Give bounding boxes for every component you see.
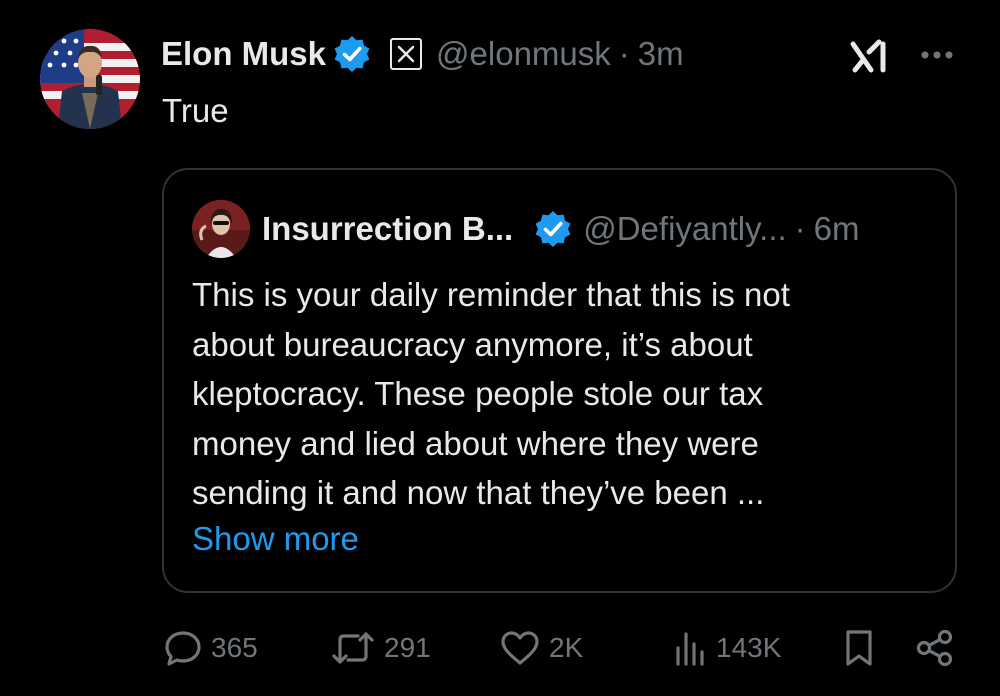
separator-dot: · [794, 210, 806, 247]
tweet-text: True [162, 92, 229, 129]
quoted-author-avatar[interactable] [192, 200, 250, 258]
author-name[interactable]: Elon Musk [161, 35, 326, 73]
separator-dot: · [618, 35, 630, 72]
show-more-link[interactable]: Show more [192, 520, 359, 558]
more-options-icon[interactable] [917, 40, 957, 70]
heart-icon [499, 628, 541, 668]
reply-count: 365 [211, 632, 258, 663]
views-count: 143K [716, 632, 782, 663]
reply-button[interactable]: 365 [163, 622, 258, 674]
author-handle[interactable]: @elonmusk [436, 35, 611, 73]
repost-icon [330, 628, 376, 668]
repost-button[interactable]: 291 [330, 622, 431, 674]
verified-badge-icon [332, 34, 372, 74]
tweet-timestamp[interactable]: 3m [638, 35, 684, 73]
bookmark-button[interactable] [841, 622, 877, 674]
repost-count: 291 [384, 632, 431, 663]
verified-badge-icon [533, 209, 573, 249]
share-icon [914, 628, 956, 668]
quoted-author-handle[interactable]: @Defiyantly... [583, 210, 786, 248]
action-bar: 365 291 2K 143K [0, 622, 1000, 674]
quoted-tweet-card[interactable]: Insurrection B... @Defiyantly... · 6m Th… [162, 168, 957, 593]
share-button[interactable] [914, 622, 956, 674]
quoted-tweet-text: This is your daily reminder that this is… [192, 276, 790, 511]
like-button[interactable]: 2K [499, 622, 583, 674]
like-count: 2K [549, 632, 584, 663]
bookmark-icon [841, 628, 877, 668]
x-logo-icon [390, 38, 423, 70]
tweet-header: Elon Musk @elonmusk · 3m [161, 30, 684, 78]
quoted-tweet-timestamp[interactable]: 6m [814, 210, 860, 248]
grok-icon[interactable] [849, 38, 889, 74]
quoted-tweet-header: Insurrection B... @Defiyantly... · 6m [262, 204, 860, 254]
views-button[interactable]: 143K [672, 622, 781, 674]
views-icon [672, 628, 708, 668]
author-avatar[interactable] [40, 29, 140, 129]
reply-icon [163, 628, 203, 668]
quoted-author-name[interactable]: Insurrection B... [262, 210, 513, 248]
